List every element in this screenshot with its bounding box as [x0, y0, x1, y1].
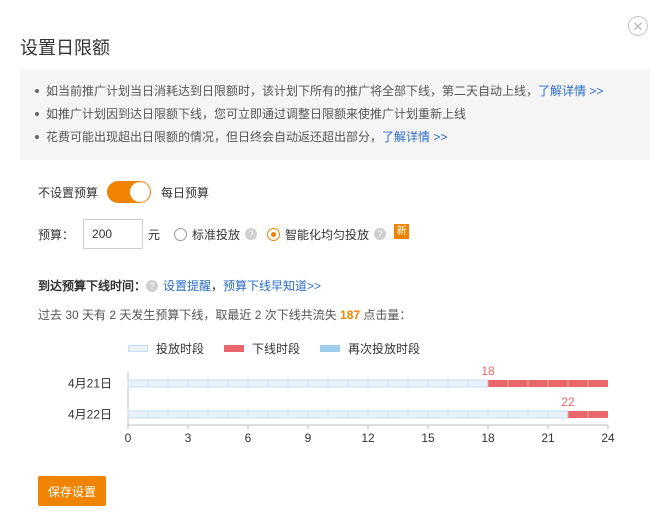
x-tick-label: 3 — [185, 431, 192, 445]
notice-text: 花费可能出现超出日限额的情况，但日终会自动返还超出部分， — [46, 130, 383, 144]
stats-suffix: 点击量： — [360, 308, 412, 322]
learn-more-link[interactable]: 了解详情 >> — [382, 130, 447, 144]
legend-again: 再次投放时段 — [320, 340, 420, 357]
legend-offline: 下线时段 — [224, 340, 300, 357]
notice-box: 如当前推广计划当日消耗达到日限额时，该计划下所有的推广将全部下线，第二天自动上线… — [20, 69, 650, 160]
legend-swatch-serve — [128, 345, 148, 352]
save-button[interactable]: 保存设置 — [38, 476, 106, 506]
budget-type-row: 不设置预算 每日预算 — [38, 181, 209, 203]
learn-more-link[interactable]: 了解详情 >> — [538, 84, 603, 98]
delivery-option-standard[interactable]: 标准投放 ? — [174, 226, 258, 243]
set-reminder-link[interactable]: 设置提醒 — [163, 277, 211, 294]
stats-prefix: 过去 30 天有 2 天发生预算下线，取最近 2 次下线共流失 — [38, 308, 341, 322]
separator: ， — [211, 279, 224, 293]
budget-row: 预算： 元 标准投放 ? 智能化均匀投放 ? 新 — [38, 218, 419, 250]
x-tick-label: 0 — [125, 431, 132, 445]
offline-time-row: 到达预算下线时间： ? 设置提醒 ， 预算下线早知道>> — [38, 277, 321, 294]
close-icon: ✕ — [632, 18, 644, 34]
delivery-option-smart[interactable]: 智能化均匀投放 ? 新 — [267, 223, 410, 243]
row-date-label: 4月22日 — [68, 408, 112, 422]
budget-label: 预算： — [38, 227, 75, 242]
offline-start-label: 18 — [481, 364, 495, 378]
x-tick-label: 15 — [421, 431, 435, 445]
x-tick-label: 18 — [481, 431, 495, 445]
help-icon[interactable]: ? — [245, 228, 258, 240]
smart-label[interactable]: 智能化均匀投放 — [285, 226, 369, 243]
budget-unit: 元 — [148, 227, 161, 242]
legend-swatch-offline — [224, 345, 245, 352]
notice-line: 如当前推广计划当日消耗达到日限额时，该计划下所有的推广将全部下线，第二天自动上线… — [35, 80, 650, 103]
chart-legend: 投放时段 下线时段 再次投放时段 — [128, 340, 440, 357]
new-badge: 新 — [394, 223, 410, 239]
help-icon[interactable]: ? — [146, 279, 159, 292]
offline-start-label: 22 — [561, 395, 575, 409]
stats-text: 过去 30 天有 2 天发生预算下线，取最近 2 次下线共流失 187 点击量： — [38, 306, 411, 323]
notice-line: 花费可能出现超出日限额的情况，但日终会自动返还超出部分，了解详情 >> — [35, 126, 650, 149]
dialog-title: 设置日限额 — [20, 38, 110, 58]
budget-toggle[interactable] — [107, 181, 152, 203]
close-button[interactable]: ✕ — [628, 16, 648, 36]
x-tick-label: 12 — [361, 431, 375, 445]
legend-serve-label: 投放时段 — [156, 342, 205, 356]
notice-text: 如推广计划因到达日限额下线，您可立即通过调整日限额来使推广计划重新上线 — [46, 107, 467, 121]
standard-label[interactable]: 标准投放 — [192, 226, 240, 243]
offline-time-label: 到达预算下线时间： — [38, 279, 147, 293]
bullet-icon — [35, 88, 39, 93]
toggle-knob — [130, 182, 151, 202]
row-date-label: 4月21日 — [68, 377, 112, 391]
early-notice-link[interactable]: 预算下线早知道>> — [223, 277, 321, 294]
x-tick-label: 6 — [245, 431, 252, 445]
legend-swatch-again — [320, 345, 341, 352]
help-icon[interactable]: ? — [374, 228, 387, 240]
bullet-icon — [35, 134, 39, 139]
legend-serve: 投放时段 — [128, 340, 204, 357]
legend-offline-label: 下线时段 — [252, 342, 301, 356]
legend-again-label: 再次投放时段 — [348, 342, 421, 356]
notice-line: 如推广计划因到达日限额下线，您可立即通过调整日限额来使推广计划重新上线 — [35, 103, 650, 126]
offline-timeline-chart: 4月21日 18 4月22日 22 0 3 6 9 12 15 18 21 24 — [68, 364, 615, 445]
budget-input[interactable] — [83, 219, 144, 249]
lost-clicks-count: 187 — [340, 308, 361, 322]
x-tick-label: 21 — [541, 431, 555, 445]
x-tick-label: 24 — [601, 431, 615, 445]
smart-radio[interactable] — [267, 227, 281, 241]
x-tick-label: 9 — [305, 431, 312, 445]
daily-budget-label: 每日预算 — [161, 185, 210, 200]
notice-text: 如当前推广计划当日消耗达到日限额时，该计划下所有的推广将全部下线，第二天自动上线… — [46, 84, 539, 98]
bullet-icon — [35, 111, 39, 116]
standard-radio[interactable] — [174, 227, 188, 241]
no-budget-label: 不设置预算 — [38, 185, 99, 200]
